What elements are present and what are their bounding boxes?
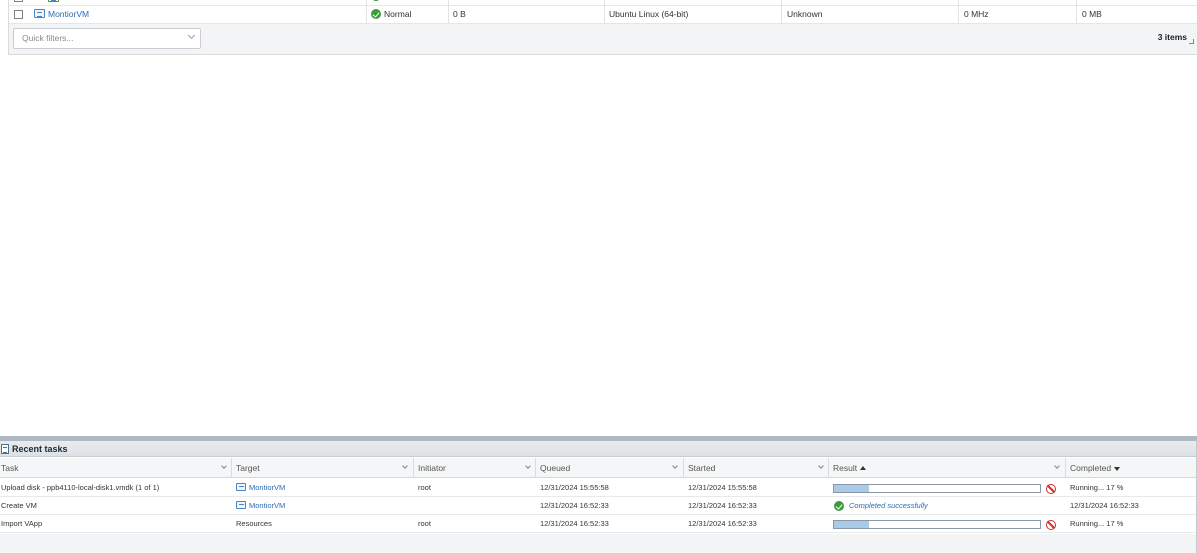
status-ok-icon xyxy=(371,0,381,1)
vm-host-cpu-cell: 0 MHz xyxy=(964,9,989,19)
task-completed: Running... 17 % xyxy=(1070,519,1124,528)
recent-tasks-header[interactable]: Recent tasks xyxy=(0,441,1197,457)
vm-name-cell[interactable]: MontiorVM xyxy=(34,6,364,23)
vm-status-cell: Normal xyxy=(371,6,447,23)
cancel-task-icon[interactable] xyxy=(1046,520,1056,530)
column-divider[interactable] xyxy=(231,458,232,478)
row-checkbox[interactable] xyxy=(14,0,23,2)
task-initiator xyxy=(418,497,528,515)
vm-used-space-cell: 0 B xyxy=(453,9,466,19)
column-divider xyxy=(781,0,782,23)
column-header-target[interactable]: Target xyxy=(236,458,260,478)
column-header-queued[interactable]: Queued xyxy=(540,458,570,478)
tasks-panel-footer xyxy=(0,534,1197,553)
task-queued: 12/31/2024 15:55:58 xyxy=(540,483,609,492)
column-divider[interactable] xyxy=(413,458,414,478)
chevron-down-icon[interactable] xyxy=(402,463,408,469)
tasks-icon xyxy=(1,444,9,454)
column-divider xyxy=(958,0,959,23)
vm-icon xyxy=(48,0,60,2)
sort-ascending-icon xyxy=(860,466,867,470)
task-initiator: root xyxy=(418,483,431,492)
task-target[interactable]: MontiorVM xyxy=(236,497,406,515)
task-progress-bar xyxy=(833,520,1041,529)
task-started: 12/31/2024 16:52:33 xyxy=(688,501,757,510)
column-header-task[interactable]: Task xyxy=(1,458,18,478)
task-queued: 12/31/2024 16:52:33 xyxy=(540,501,609,510)
task-queued: 12/31/2024 16:52:33 xyxy=(540,519,609,528)
chevron-down-icon xyxy=(187,31,196,40)
column-divider xyxy=(366,0,367,23)
task-row[interactable]: Import VApp Resources root 12/31/2024 16… xyxy=(0,515,1197,533)
row-checkbox[interactable] xyxy=(14,10,23,19)
task-progress-bar xyxy=(833,484,1041,493)
task-completed: 12/31/2024 16:52:33 xyxy=(1070,501,1139,510)
quick-filters-select[interactable]: Quick filters... xyxy=(13,28,201,49)
column-divider[interactable] xyxy=(535,458,536,478)
vm-icon xyxy=(236,501,246,509)
column-divider[interactable] xyxy=(683,458,684,478)
items-count: 3 items xyxy=(1157,32,1187,42)
vm-status-text: Normal xyxy=(384,9,412,19)
task-row[interactable]: Create VM MontiorVM 12/31/2024 16:52:33 … xyxy=(0,497,1197,515)
task-target[interactable]: MontiorVM xyxy=(236,479,406,497)
chevron-down-icon[interactable] xyxy=(818,463,824,469)
status-ok-icon xyxy=(371,9,381,19)
task-progress-fill xyxy=(834,521,870,528)
task-name: Create VM xyxy=(1,501,37,510)
task-initiator: root xyxy=(418,519,431,528)
column-header-started[interactable]: Started xyxy=(688,458,715,478)
task-progress-fill xyxy=(834,485,870,492)
column-header-result[interactable]: Result xyxy=(833,458,867,478)
task-target: Resources xyxy=(236,519,272,528)
column-divider xyxy=(1076,0,1077,23)
vm-grid: MontiorVM Normal 0 B Ubuntu Linux (64-bi… xyxy=(8,0,1197,55)
column-divider[interactable] xyxy=(828,458,829,478)
cancel-task-icon[interactable] xyxy=(1046,484,1056,494)
chevron-down-icon[interactable] xyxy=(1054,463,1060,469)
task-started: 12/31/2024 16:52:33 xyxy=(688,519,757,528)
vm-row[interactable]: MontiorVM Normal 0 B Ubuntu Linux (64-bi… xyxy=(9,6,1197,24)
recent-tasks-title: Recent tasks xyxy=(12,444,68,454)
vm-icon xyxy=(34,9,45,18)
completed-success-icon xyxy=(834,501,844,511)
column-header-initiator[interactable]: Initiator xyxy=(418,458,446,478)
grid-footer: Quick filters... 3 items xyxy=(9,24,1197,54)
column-header-completed[interactable]: Completed xyxy=(1070,458,1121,478)
chevron-down-icon[interactable] xyxy=(672,463,678,469)
task-row[interactable]: Upload disk - ppb4110-local-disk1.vmdk (… xyxy=(0,479,1197,497)
vm-icon xyxy=(236,483,246,491)
task-started: 12/31/2024 15:55:58 xyxy=(688,483,757,492)
task-name: Upload disk - ppb4110-local-disk1.vmdk (… xyxy=(1,483,160,492)
quick-filters-placeholder: Quick filters... xyxy=(22,33,74,43)
chevron-down-icon[interactable] xyxy=(221,463,227,469)
sort-descending-icon xyxy=(1114,467,1121,471)
chevron-down-icon[interactable] xyxy=(525,463,531,469)
vm-host-memory-cell: 0 MB xyxy=(1082,9,1102,19)
vm-host-name-cell: Unknown xyxy=(787,9,823,19)
tasks-column-header: Task Target Initiator Queued Started Res… xyxy=(0,458,1197,478)
column-divider[interactable] xyxy=(1065,458,1066,478)
vm-guest-os-cell: Ubuntu Linux (64-bit) xyxy=(609,9,689,19)
task-name: Import VApp xyxy=(1,519,43,528)
task-completed: Running... 17 % xyxy=(1070,483,1124,492)
vm-name-link[interactable]: MontiorVM xyxy=(48,9,89,19)
resize-grip-icon[interactable] xyxy=(1189,39,1194,44)
column-divider xyxy=(448,0,449,23)
column-divider xyxy=(604,0,605,23)
task-result-text: Completed successfully xyxy=(849,501,928,510)
